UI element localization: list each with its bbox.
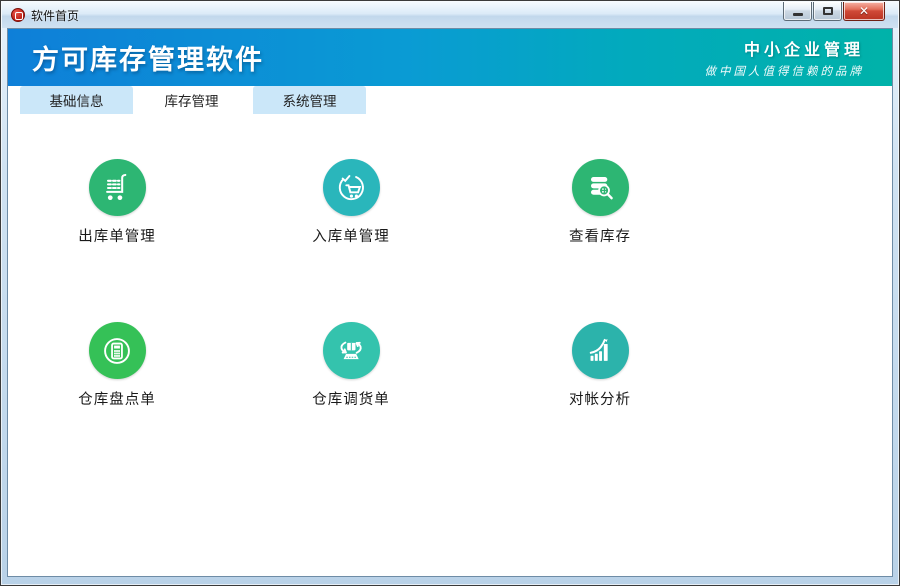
maximize-button[interactable] [813, 2, 842, 21]
close-button[interactable]: ✕ [843, 2, 885, 21]
calculator-icon[interactable] [89, 322, 146, 379]
window-body: 方可库存管理软件 中小企业管理 做中国人值得信赖的品牌 基础信息 库存管理 系统… [7, 28, 893, 577]
feature-label: 仓库调货单 [281, 388, 421, 409]
main-content: 出库单管理 入库单管理 [8, 114, 892, 576]
cart-refresh-icon[interactable] [323, 159, 380, 216]
database-search-glyph [582, 170, 618, 206]
brand-slogan-main: 中小企业管理 [705, 36, 865, 60]
minimize-icon [793, 13, 803, 16]
shopping-cart-icon[interactable] [89, 159, 146, 216]
maximize-icon [823, 7, 833, 15]
app-window: 软件首页 ✕ 方可库存管理软件 中小企业管理 做中国人值得信赖的品牌 基础信息 [0, 0, 900, 586]
box-transfer-glyph [333, 333, 369, 369]
window-controls: ✕ [782, 2, 885, 21]
feature-transfer-orders[interactable]: 仓库调货单 [281, 322, 421, 409]
feature-reconciliation-analysis[interactable]: 对帐分析 [530, 322, 670, 409]
close-icon: ✕ [859, 5, 869, 17]
brand-slogan-sub: 做中国人值得信赖的品牌 [705, 63, 865, 79]
minimize-button[interactable] [783, 2, 812, 21]
app-icon [11, 8, 25, 22]
feature-label: 出库单管理 [47, 225, 187, 246]
tab-inventory-management[interactable]: 库存管理 [135, 86, 248, 114]
feature-label: 对帐分析 [530, 388, 670, 409]
database-search-icon[interactable] [572, 159, 629, 216]
feature-view-stock[interactable]: 查看库存 [530, 159, 670, 246]
box-transfer-icon[interactable] [323, 322, 380, 379]
feature-stocktaking[interactable]: 仓库盘点单 [47, 322, 187, 409]
feature-label: 仓库盘点单 [47, 388, 187, 409]
window-title: 软件首页 [31, 7, 79, 24]
tab-system-management[interactable]: 系统管理 [253, 86, 366, 114]
chart-growth-icon[interactable] [572, 322, 629, 379]
feature-outbound-orders[interactable]: 出库单管理 [47, 159, 187, 246]
feature-label: 入库单管理 [281, 225, 421, 246]
tab-basic-info[interactable]: 基础信息 [20, 86, 133, 114]
feature-inbound-orders[interactable]: 入库单管理 [281, 159, 421, 246]
app-header: 方可库存管理软件 中小企业管理 做中国人值得信赖的品牌 [8, 29, 892, 86]
app-title: 方可库存管理软件 [32, 38, 264, 77]
title-bar[interactable]: 软件首页 ✕ [2, 2, 898, 28]
brand-block: 中小企业管理 做中国人值得信赖的品牌 [705, 36, 865, 79]
feature-label: 查看库存 [530, 225, 670, 246]
tab-bar: 基础信息 库存管理 系统管理 [8, 86, 892, 114]
